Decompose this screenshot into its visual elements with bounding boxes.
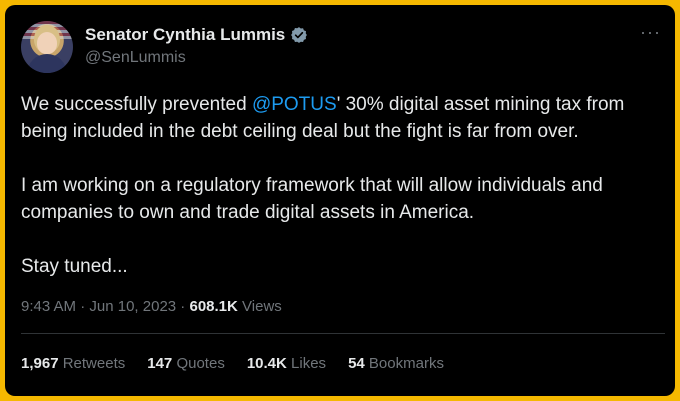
avatar-body — [27, 54, 67, 73]
verified-icon — [290, 26, 308, 44]
views-count: 608.1K — [189, 298, 238, 315]
retweets-label: Retweets — [62, 355, 126, 372]
engagement-stats: 1,967 Retweets 147 Quotes 10.4K Likes 54… — [21, 355, 444, 372]
meta-separator: · — [176, 298, 190, 315]
bookmarks-stat[interactable]: 54 Bookmarks — [348, 355, 444, 372]
tweet-date[interactable]: Jun 10, 2023 — [89, 298, 176, 315]
tweet-time[interactable]: 9:43 AM — [21, 298, 76, 315]
avatar-face — [37, 32, 57, 54]
tweet-paragraph-3: Stay tuned... — [21, 256, 128, 277]
mention-link-potus[interactable]: @POTUS — [252, 94, 337, 115]
author-name-row: Senator Cynthia Lummis — [85, 25, 308, 45]
retweets-count: 1,967 — [21, 355, 59, 372]
author-display-name[interactable]: Senator Cynthia Lummis — [85, 25, 285, 45]
meta-separator: · — [76, 298, 90, 315]
tweet-card: Senator Cynthia Lummis @SenLummis ··· We… — [5, 5, 675, 396]
tweet-text-before-mention: We successfully prevented — [21, 94, 252, 115]
more-icon[interactable]: ··· — [640, 23, 661, 41]
bookmarks-label: Bookmarks — [368, 355, 444, 372]
quotes-stat[interactable]: 147 Quotes — [147, 355, 225, 372]
bookmarks-count: 54 — [348, 355, 365, 372]
tweet-paragraph-1: We successfully prevented @POTUS' 30% di… — [21, 91, 661, 145]
tweet-paragraph-2: I am working on a regulatory framework t… — [21, 175, 603, 223]
quotes-count: 147 — [147, 355, 173, 372]
retweets-stat[interactable]: 1,967 Retweets — [21, 355, 125, 372]
author-handle[interactable]: @SenLummis — [85, 49, 186, 67]
tweet-text: We successfully prevented @POTUS' 30% di… — [21, 91, 661, 307]
quotes-label: Quotes — [176, 355, 225, 372]
tweet-meta: 9:43 AM · Jun 10, 2023 · 608.1K Views — [21, 298, 282, 315]
divider — [21, 333, 665, 334]
views-label: Views — [242, 298, 282, 315]
likes-count: 10.4K — [246, 355, 287, 372]
avatar[interactable] — [21, 21, 73, 73]
likes-stat[interactable]: 10.4K Likes — [247, 355, 326, 372]
likes-label: Likes — [291, 355, 327, 372]
